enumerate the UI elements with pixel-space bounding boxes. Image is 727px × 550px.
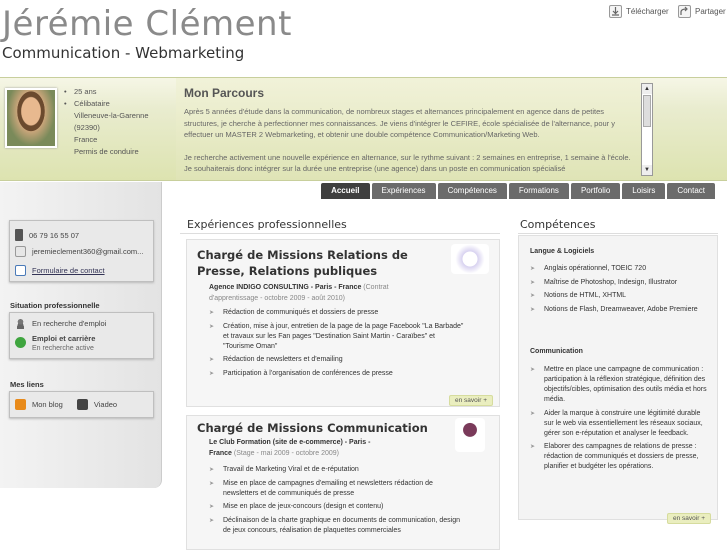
tab-loisirs[interactable]: Loisirs bbox=[622, 183, 666, 199]
list-item: Rédaction de newsletters et d'emailing bbox=[209, 355, 465, 365]
info-item: Villeneuve-la-Garenne bbox=[74, 111, 149, 120]
job-subtitle: En recherche active bbox=[32, 345, 94, 352]
list-item: Déclinaison de la charte graphique en do… bbox=[209, 516, 465, 536]
situation-box: En recherche d'emploi Emploi et carrière… bbox=[9, 312, 154, 359]
competences-panel: Langue & Logiciels Anglais opérationnel,… bbox=[518, 235, 718, 524]
email-row: jeremieclement360@gmail.com... bbox=[10, 246, 153, 257]
profile-photo bbox=[5, 88, 57, 148]
list-item: Notions de HTML, XHTML bbox=[530, 291, 710, 301]
share-button[interactable]: Partager bbox=[678, 5, 726, 18]
experiences-title: Expériences professionnelles bbox=[187, 218, 347, 231]
parcours-panel: Mon Parcours Après 5 années d'étude dans… bbox=[176, 78, 640, 180]
links-box: Mon blog Viadeo bbox=[9, 391, 154, 418]
status-text: En recherche d'emploi bbox=[32, 319, 107, 328]
experience-title: Chargé de Missions Relations de Presse, R… bbox=[197, 248, 408, 278]
links-title: Mes liens bbox=[10, 380, 44, 389]
rss-icon bbox=[15, 399, 26, 410]
divider bbox=[518, 233, 718, 234]
list-item: Notions de Flash, Dreamweaver, Adobe Pre… bbox=[530, 305, 710, 315]
divider bbox=[180, 233, 500, 234]
status-row: En recherche d'emploi bbox=[10, 318, 153, 329]
share-icon bbox=[678, 5, 691, 18]
experiences-section: Expériences professionnelles bbox=[180, 218, 500, 231]
list-item: Mise en place de campagnes d'emailing et… bbox=[209, 479, 465, 499]
list-item: Rédaction de communiqués et dossiers de … bbox=[209, 308, 465, 318]
info-item: (92390) bbox=[74, 123, 100, 132]
person-icon bbox=[15, 318, 26, 329]
list-item: Aider la marque à construire une légitim… bbox=[530, 409, 710, 439]
info-item: • 25 ans bbox=[64, 87, 97, 96]
experience-org: Agence INDIGO CONSULTING - Paris - Franc… bbox=[209, 284, 389, 302]
parcours-title: Mon Parcours bbox=[184, 86, 265, 100]
share-label: Partager bbox=[695, 7, 726, 16]
sidebar: 06 79 16 55 07 jeremieclement360@gmail.c… bbox=[0, 182, 162, 488]
experience-card: Chargé de Missions Communication Le Club… bbox=[186, 415, 500, 550]
parcours-text: Après 5 années d'étude dans la communica… bbox=[184, 106, 632, 175]
phone-number: 06 79 16 55 07 bbox=[29, 230, 80, 240]
info-item: • Célibataire bbox=[64, 99, 110, 108]
download-label: Télécharger bbox=[626, 7, 669, 16]
list-item: Mettre en place une campagne de communic… bbox=[530, 365, 710, 405]
status-ok-icon bbox=[15, 337, 26, 348]
site-name: Jérémie Clément bbox=[2, 4, 292, 44]
situation-title: Situation professionnelle bbox=[10, 301, 100, 310]
list-item: Création, mise à jour, entretien de la p… bbox=[209, 322, 465, 352]
blog-link[interactable]: Mon blog bbox=[32, 400, 63, 409]
links-row: Mon blog Viadeo bbox=[10, 399, 153, 410]
list-item: Anglais opérationnel, TOEIC 720 bbox=[530, 264, 710, 274]
form-icon bbox=[15, 265, 26, 276]
tab-formations[interactable]: Formations bbox=[508, 183, 569, 199]
tab-competences[interactable]: Compétences bbox=[437, 183, 507, 199]
job-row: Emploi et carrière En recherche active bbox=[10, 334, 153, 353]
contact-form-link[interactable]: Formulaire de contact bbox=[32, 266, 105, 275]
tab-contact[interactable]: Contact bbox=[667, 183, 715, 199]
list-item: Maîtrise de Photoshop, Indesign, Illustr… bbox=[530, 278, 710, 288]
email-address[interactable]: jeremieclement360@gmail.com... bbox=[32, 247, 143, 256]
tab-portfolio[interactable]: Portfolio bbox=[570, 183, 621, 199]
skills-list: Mettre en place une campagne de communic… bbox=[530, 365, 710, 476]
site-subtitle: Communication - Webmarketing bbox=[2, 44, 245, 62]
profile-band: • 25 ans • Célibataire Villeneuve-la-Garen… bbox=[0, 77, 727, 181]
list-item: Mise en place de jeux-concours (design e… bbox=[209, 502, 465, 512]
parcours-scrollbar[interactable]: ▲ ▼ bbox=[641, 83, 653, 176]
download-button[interactable]: Télécharger bbox=[609, 5, 669, 18]
experience-card: Chargé de Missions Relations de Presse, R… bbox=[186, 239, 500, 407]
experience-org: Le Club Formation (site de e-commerce) -… bbox=[209, 439, 371, 457]
viadeo-link[interactable]: Viadeo bbox=[94, 400, 117, 409]
indigo-logo bbox=[451, 244, 489, 274]
email-icon bbox=[15, 246, 26, 257]
experience-bullets: Rédaction de communiqués et dossiers de … bbox=[209, 308, 465, 382]
tab-accueil[interactable]: Accueil bbox=[321, 183, 370, 199]
tab-experiences[interactable]: Expériences bbox=[371, 183, 436, 199]
list-item: Travail de Marketing Viral et de e-réput… bbox=[209, 465, 465, 475]
parcours-paragraph: Je recherche activement une nouvelle exp… bbox=[184, 152, 631, 174]
scroll-down-icon[interactable]: ▼ bbox=[642, 165, 652, 175]
experience-bullets: Travail de Marketing Viral et de e-réput… bbox=[209, 465, 465, 539]
list-item: Participation à l'organisation de confér… bbox=[209, 369, 465, 379]
experience-title: Chargé de Missions Communication bbox=[197, 421, 428, 435]
competences-title: Compétences bbox=[520, 218, 596, 231]
phone-row: 06 79 16 55 07 bbox=[10, 229, 153, 241]
list-item: Elaborer des campagnes de relations de p… bbox=[530, 442, 710, 472]
contact-form-row[interactable]: Formulaire de contact bbox=[10, 265, 153, 276]
job-title: Emploi et carrière bbox=[32, 334, 96, 343]
phone-icon bbox=[15, 229, 23, 241]
contact-box: 06 79 16 55 07 jeremieclement360@gmail.c… bbox=[9, 220, 154, 282]
skills-group-title: Communication bbox=[530, 348, 583, 355]
info-item: France bbox=[74, 135, 98, 144]
download-icon bbox=[609, 5, 622, 18]
viadeo-icon bbox=[76, 399, 88, 410]
skills-group-title: Langue & Logiciels bbox=[530, 248, 595, 255]
parcours-paragraph: Après 5 années d'étude dans la communica… bbox=[184, 107, 615, 139]
formation-logo bbox=[455, 418, 485, 452]
more-button[interactable]: en savoir + bbox=[667, 513, 711, 524]
scroll-thumb[interactable] bbox=[643, 95, 651, 127]
profile-infos: • 25 ans • Célibataire Villeneuve-la-Garen… bbox=[64, 86, 149, 158]
info-item: Permis de conduire bbox=[74, 147, 139, 156]
skills-list: Anglais opérationnel, TOEIC 720 Maîtrise… bbox=[530, 264, 710, 318]
more-button[interactable]: en savoir + bbox=[449, 395, 493, 406]
scroll-up-icon[interactable]: ▲ bbox=[642, 84, 652, 94]
main-nav: Accueil Expériences Compétences Formatio… bbox=[319, 183, 715, 199]
